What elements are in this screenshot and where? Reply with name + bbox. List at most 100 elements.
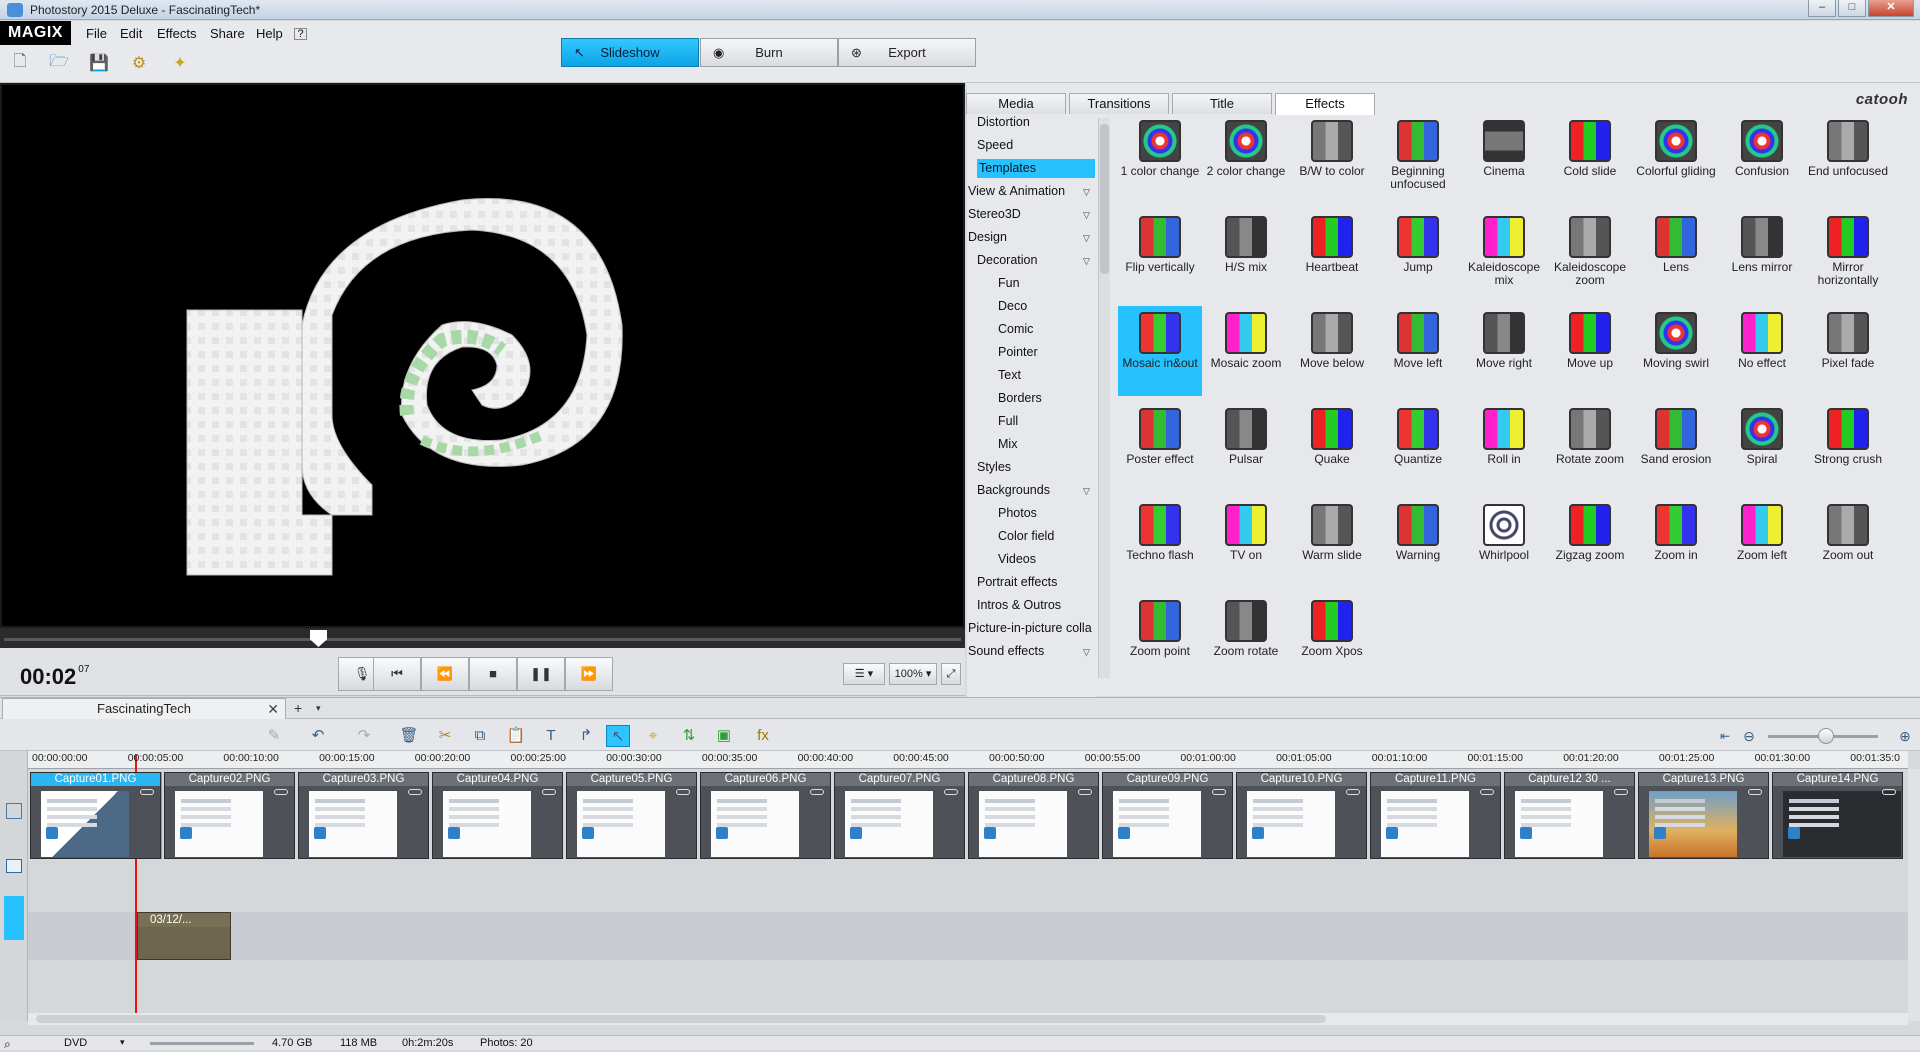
- category-full[interactable]: Full: [998, 414, 1018, 428]
- transition-icon[interactable]: [1748, 789, 1762, 795]
- effect-lens-mirror[interactable]: Lens mirror: [1720, 210, 1804, 274]
- burn-mode-button[interactable]: ◉ Burn: [700, 38, 838, 67]
- zoom-out-icon[interactable]: ⊖: [1737, 725, 1761, 747]
- frame-icon[interactable]: ▣: [712, 725, 736, 747]
- transition-icon[interactable]: [408, 789, 422, 795]
- effect-mirror-horizontally[interactable]: Mirror horizontally: [1806, 210, 1890, 287]
- effect-heartbeat[interactable]: Heartbeat: [1290, 210, 1374, 274]
- photo-clip[interactable]: Capture13.PNG: [1638, 772, 1769, 859]
- tab-title[interactable]: Title: [1172, 93, 1272, 114]
- photo-clip[interactable]: Capture12 30 ...: [1504, 772, 1635, 859]
- menu-edit[interactable]: Edit: [120, 26, 142, 41]
- effect-lens[interactable]: Lens: [1634, 210, 1718, 274]
- photo-clip[interactable]: Capture07.PNG: [834, 772, 965, 859]
- photo-clip[interactable]: Capture09.PNG: [1102, 772, 1233, 859]
- effect-mosaic-in-out[interactable]: Mosaic in&out: [1118, 306, 1202, 396]
- category-templates[interactable]: Templates: [977, 159, 1095, 178]
- transition-icon[interactable]: [944, 789, 958, 795]
- category-fun[interactable]: Fun: [998, 276, 1020, 290]
- wizard-icon[interactable]: ✦: [169, 52, 191, 74]
- add-tab-icon[interactable]: +: [294, 700, 302, 716]
- display-menu-button[interactable]: ☰ ▾: [843, 663, 885, 685]
- chevron-down-icon[interactable]: ▽: [1083, 486, 1090, 497]
- close-window-button[interactable]: ✕: [1868, 0, 1914, 17]
- tab-effects[interactable]: Effects: [1275, 93, 1375, 115]
- zoom-slider-knob[interactable]: [1818, 728, 1834, 744]
- chevron-down-icon[interactable]: ▽: [1083, 233, 1090, 244]
- transition-icon[interactable]: [140, 789, 154, 795]
- category-color-field[interactable]: Color field: [998, 529, 1054, 543]
- category-sound-effects[interactable]: Sound effects: [968, 644, 1044, 658]
- effect-whirlpool[interactable]: Whirlpool: [1462, 498, 1546, 562]
- undo-icon[interactable]: ↶: [306, 725, 330, 747]
- effect-strong-crush[interactable]: Strong crush: [1806, 402, 1890, 466]
- category-videos[interactable]: Videos: [998, 552, 1036, 566]
- effect-move-right[interactable]: Move right: [1462, 306, 1546, 370]
- effect-2-color-change[interactable]: 2 color change: [1204, 114, 1288, 178]
- pencil-icon[interactable]: ✎: [262, 725, 286, 747]
- menu-help[interactable]: Help: [256, 26, 283, 41]
- zoom-select[interactable]: 100% ▾: [889, 663, 937, 685]
- import-icon[interactable]: ⚙: [128, 52, 150, 74]
- transition-icon[interactable]: [1882, 789, 1896, 795]
- category-distortion[interactable]: Distortion: [977, 115, 1030, 129]
- effect-colorful-gliding[interactable]: Colorful gliding: [1634, 114, 1718, 178]
- effect-roll-in[interactable]: Roll in: [1462, 402, 1546, 466]
- photo-clip[interactable]: Capture03.PNG: [298, 772, 429, 859]
- category-deco[interactable]: Deco: [998, 299, 1027, 313]
- photo-clip[interactable]: Capture04.PNG: [432, 772, 563, 859]
- effect-b-w-to-color[interactable]: B/W to color: [1290, 114, 1374, 178]
- effect-kaleidoscope-zoom[interactable]: Kaleidoscope zoom: [1548, 210, 1632, 287]
- effect-sand-erosion[interactable]: Sand erosion: [1634, 402, 1718, 466]
- transition-icon[interactable]: [1212, 789, 1226, 795]
- transition-icon[interactable]: [1614, 789, 1628, 795]
- effect-move-up[interactable]: Move up: [1548, 306, 1632, 370]
- timeline-scroll-thumb[interactable]: [36, 1015, 1326, 1023]
- copy-icon[interactable]: ⧉: [468, 725, 492, 747]
- curve-icon[interactable]: ↱: [574, 725, 598, 747]
- effect-beginning-unfocused[interactable]: Beginning unfocused: [1376, 114, 1460, 191]
- category-comic[interactable]: Comic: [998, 322, 1033, 336]
- tab-transitions[interactable]: Transitions: [1069, 93, 1169, 114]
- effect-zigzag-zoom[interactable]: Zigzag zoom: [1548, 498, 1632, 562]
- zoom-in-icon[interactable]: ⊕: [1893, 725, 1917, 747]
- open-folder-icon[interactable]: 🗁: [48, 52, 70, 74]
- effect-1-color-change[interactable]: 1 color change: [1118, 114, 1202, 178]
- effect-tv-on[interactable]: TV on: [1204, 498, 1288, 562]
- effect-pulsar[interactable]: Pulsar: [1204, 402, 1288, 466]
- category-scrollbar[interactable]: [1098, 118, 1110, 678]
- project-tab[interactable]: FascinatingTech ✕: [2, 698, 286, 719]
- timeline-ruler[interactable]: [28, 751, 1908, 769]
- select-mode-icon[interactable]: ↖: [606, 725, 630, 747]
- effect-jump[interactable]: Jump: [1376, 210, 1460, 274]
- save-icon[interactable]: 💾: [88, 52, 110, 74]
- photo-clip[interactable]: Capture14.PNG: [1772, 772, 1903, 859]
- photo-clip[interactable]: Capture02.PNG: [164, 772, 295, 859]
- effect-pixel-fade[interactable]: Pixel fade: [1806, 306, 1890, 370]
- cut-icon[interactable]: ✂: [433, 725, 457, 747]
- effect-confusion[interactable]: Confusion: [1720, 114, 1804, 178]
- timeline-vertical-scrollbar[interactable]: [1908, 769, 1920, 1021]
- menu-file[interactable]: File: [86, 26, 107, 41]
- category-design[interactable]: Design: [968, 230, 1007, 244]
- new-file-icon[interactable]: 🗋: [9, 52, 31, 74]
- help-context-icon[interactable]: ?: [294, 28, 307, 40]
- category-picture-in-picture-colla[interactable]: Picture-in-picture colla: [968, 621, 1092, 635]
- effect-quake[interactable]: Quake: [1290, 402, 1374, 466]
- effect-zoom-left[interactable]: Zoom left: [1720, 498, 1804, 562]
- effect-warm-slide[interactable]: Warm slide: [1290, 498, 1374, 562]
- effect-kaleidoscope-mix[interactable]: Kaleidoscope mix: [1462, 210, 1546, 287]
- effect-moving-swirl[interactable]: Moving swirl: [1634, 306, 1718, 370]
- chevron-down-icon[interactable]: ▽: [1083, 187, 1090, 198]
- jump-start-button[interactable]: ⏮: [373, 657, 421, 691]
- photo-clip[interactable]: Capture08.PNG: [968, 772, 1099, 859]
- effect-end-unfocused[interactable]: End unfocused: [1806, 114, 1890, 178]
- delete-icon[interactable]: 🗑: [397, 725, 421, 747]
- category-pointer[interactable]: Pointer: [998, 345, 1038, 359]
- category-mix[interactable]: Mix: [998, 437, 1017, 451]
- category-styles[interactable]: Styles: [977, 460, 1011, 474]
- effect-rotate-zoom[interactable]: Rotate zoom: [1548, 402, 1632, 466]
- transition-icon[interactable]: [1480, 789, 1494, 795]
- fullscreen-button[interactable]: ⤢: [941, 663, 961, 685]
- rewind-button[interactable]: ⏪: [421, 657, 469, 691]
